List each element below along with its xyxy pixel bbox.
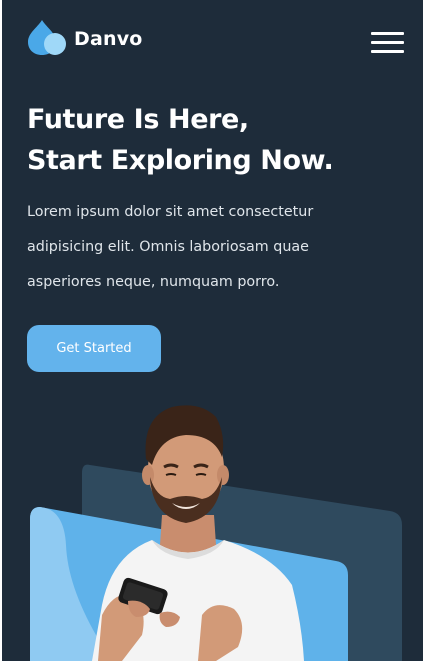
brand-name: Danvo	[74, 28, 143, 50]
hero-description-line: asperiores neque, numquam porro.	[27, 274, 280, 290]
hero-title-line: Start Exploring Now.	[27, 145, 334, 176]
hero-description: Lorem ipsum dolor sit amet consectetur a…	[27, 195, 407, 300]
hero-title-line: Future Is Here,	[27, 104, 249, 135]
hero-title: Future Is Here, Start Exploring Now.	[27, 99, 417, 181]
page: Danvo Future Is Here, Start Exploring No…	[0, 0, 425, 661]
hero-description-line: adipisicing elit. Omnis laboriosam quae	[27, 239, 309, 255]
hero-description-line: Lorem ipsum dolor sit amet consectetur	[27, 204, 314, 220]
droplet-icon	[28, 20, 66, 55]
hamburger-menu-icon[interactable]	[371, 32, 405, 54]
brand-logo[interactable]: Danvo	[26, 18, 143, 56]
man-with-phone-illustration	[30, 405, 402, 661]
get-started-button[interactable]: Get Started	[27, 325, 161, 372]
